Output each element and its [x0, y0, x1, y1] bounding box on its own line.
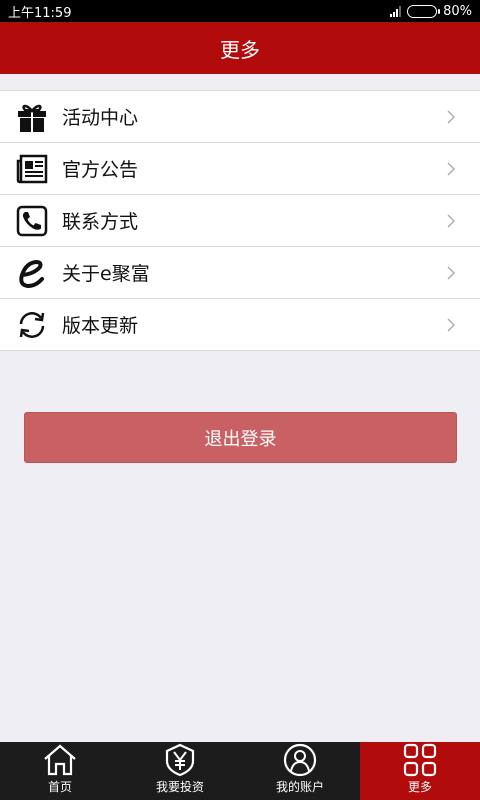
yen-shield-icon [165, 743, 195, 777]
tab-invest[interactable]: 我要投资 [120, 742, 240, 800]
phone-icon [16, 205, 48, 237]
logout-button-label: 退出登录 [204, 428, 277, 450]
tab-label: 我要投资 [155, 780, 204, 794]
tab-account[interactable]: 我的账户 [240, 742, 360, 800]
menu-item-version-update[interactable]: 版本更新 [0, 299, 480, 351]
e-logo-icon [16, 257, 48, 289]
tab-label: 我的账户 [275, 780, 324, 794]
page-header: 更多 [0, 22, 480, 74]
chevron-right-icon [447, 162, 455, 175]
chevron-right-icon [447, 266, 455, 279]
tab-label: 更多 [407, 780, 432, 794]
grid-icon [403, 743, 437, 777]
home-icon [44, 744, 76, 776]
menu-item-activity-center[interactable]: 活动中心 [0, 91, 480, 143]
menu-item-label: 官方公告 [62, 159, 139, 181]
battery-icon [407, 4, 441, 18]
menu-item-label: 联系方式 [62, 211, 139, 233]
bottom-tab-bar: 首页 我要投资 我的账户 更多 [0, 742, 480, 800]
status-bar: 上午11:59 80% [0, 0, 480, 22]
tab-more[interactable]: 更多 [360, 742, 480, 800]
more-menu-list: 活动中心 官方公告 联系方式 关于e聚富 版本更新 [0, 90, 480, 351]
chevron-right-icon [447, 214, 455, 227]
refresh-icon [16, 309, 48, 341]
signal-icon [390, 5, 402, 17]
menu-item-label: 活动中心 [62, 107, 139, 129]
menu-item-announcements[interactable]: 官方公告 [0, 143, 480, 195]
status-time: 上午11:59 [8, 5, 72, 21]
chevron-right-icon [447, 110, 455, 123]
newspaper-icon [16, 153, 48, 185]
gift-icon [16, 101, 48, 133]
page-title: 更多 [220, 37, 260, 62]
user-icon [283, 743, 317, 777]
menu-item-contact[interactable]: 联系方式 [0, 195, 480, 247]
menu-item-label: 版本更新 [62, 315, 139, 337]
menu-item-label: 关于e聚富 [62, 263, 150, 285]
logout-button[interactable]: 退出登录 [24, 412, 457, 463]
battery-percent: 80% [443, 3, 472, 19]
tab-home[interactable]: 首页 [0, 742, 120, 800]
menu-item-about[interactable]: 关于e聚富 [0, 247, 480, 299]
status-indicators: 80% [390, 4, 472, 19]
chevron-right-icon [447, 318, 455, 331]
tab-label: 首页 [47, 780, 72, 794]
